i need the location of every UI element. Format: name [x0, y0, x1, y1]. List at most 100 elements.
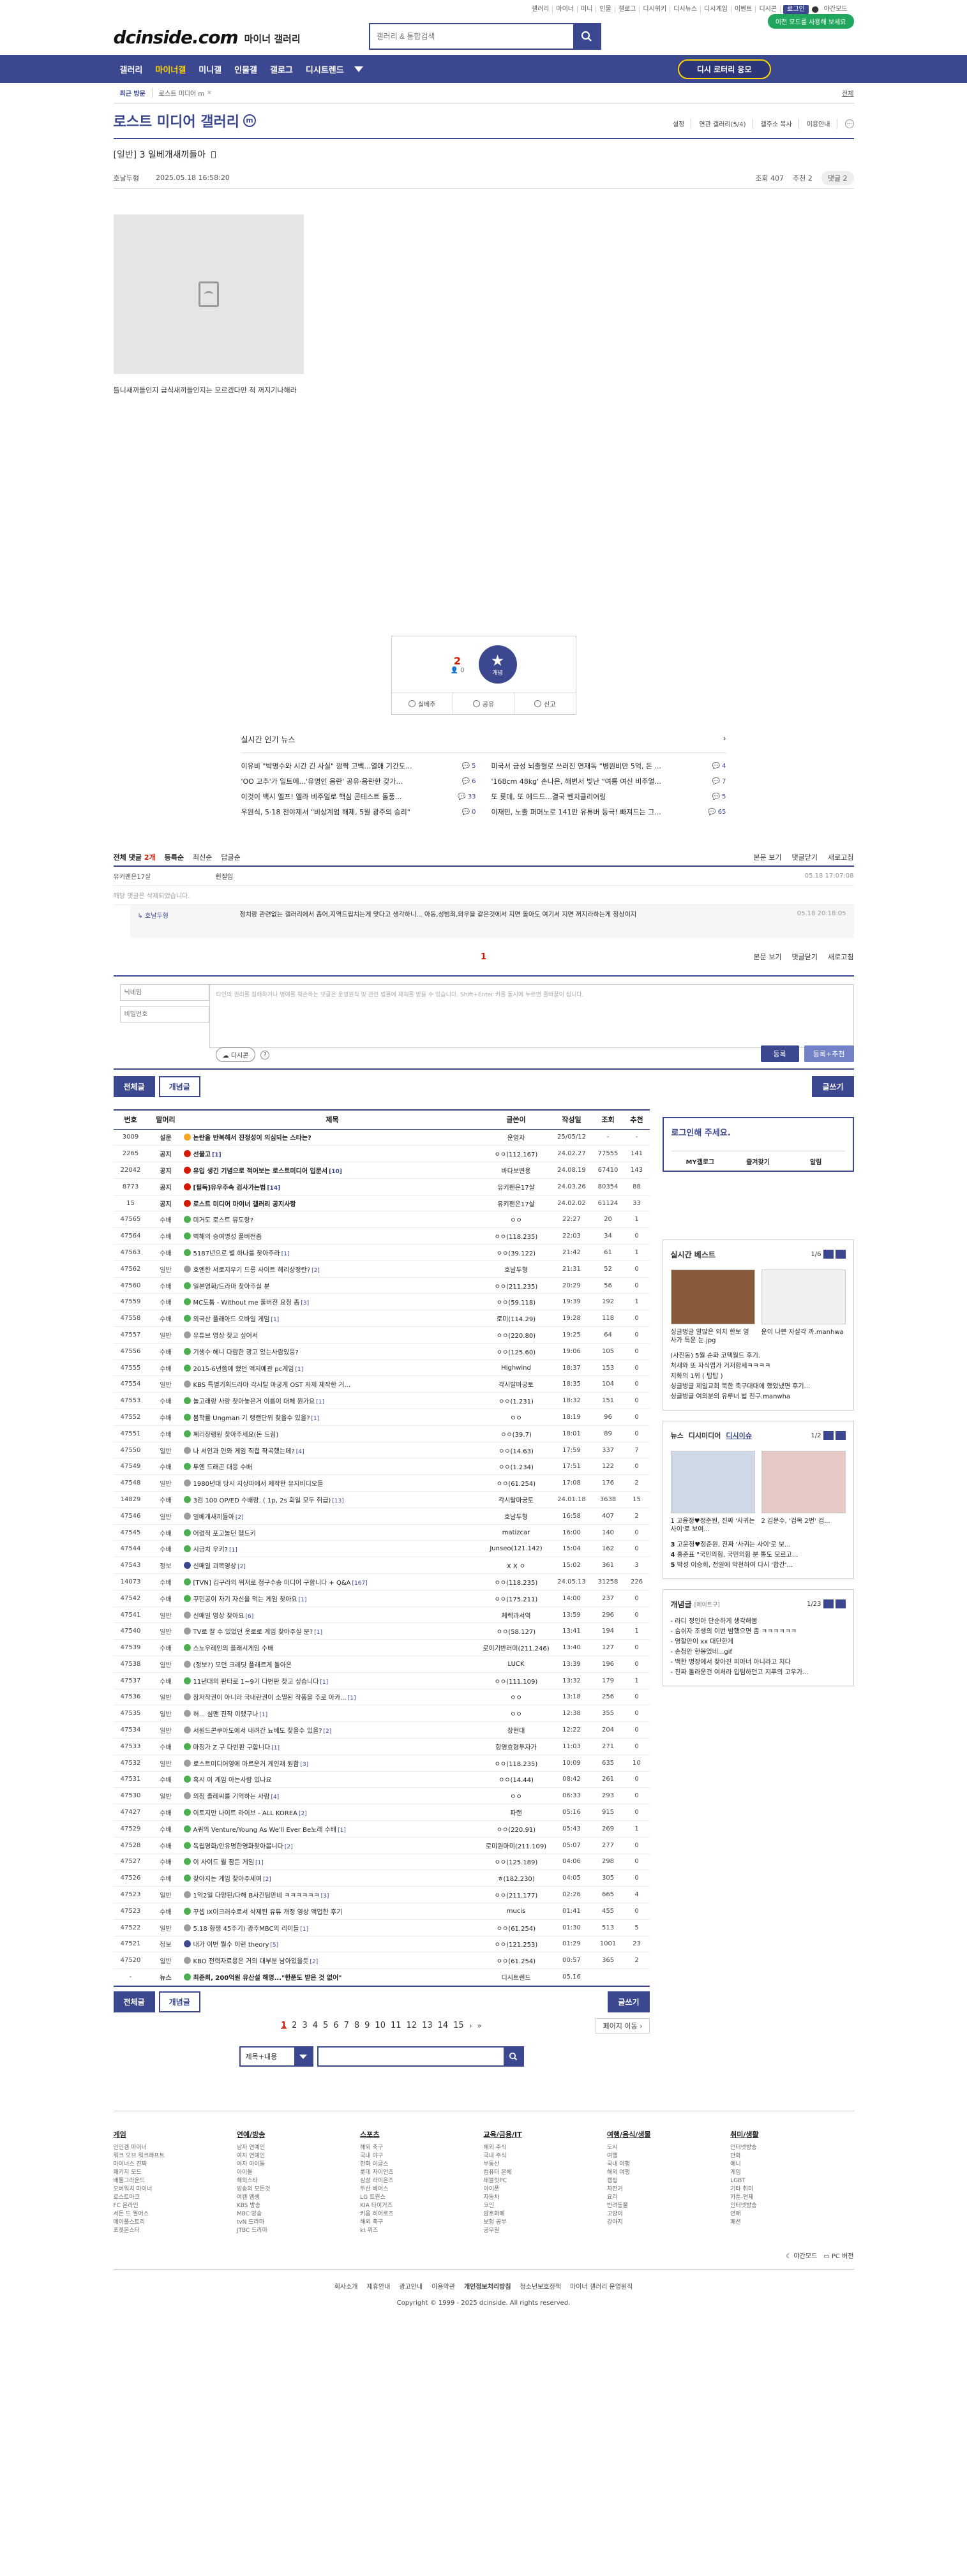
post-title-link[interactable]: 일베개새끼들아 — [193, 1514, 234, 1521]
post-title-cell[interactable]: [TVN] 김구라의 위저로 첨구수송 미디어 구합니다 + Q&A [167] — [183, 1573, 481, 1591]
post-reply-count[interactable]: [1] — [271, 1745, 280, 1751]
concept-list-item[interactable]: - 손청안 한봉었네...gif — [671, 1647, 846, 1658]
post-writer[interactable]: ㅇㅇ(211.177) — [481, 1886, 551, 1903]
post-title-link[interactable]: 5.18 항쟁 45주기) 광주MBC의 리이들 — [193, 1926, 299, 1933]
post-title-cell[interactable]: 스노우레인의 플래시게임 수배 — [183, 1639, 481, 1656]
post-title-link[interactable]: 시금치 우키? — [193, 1546, 229, 1554]
post-comment-button[interactable]: 댓글 2 — [821, 170, 854, 185]
post-title-cell[interactable]: 벽해의 승여명성 풀버전좀 — [183, 1227, 481, 1245]
footer-col-title[interactable]: 여행/음식/생물 — [607, 2130, 730, 2139]
post-title-link[interactable]: [TVN] 김구라의 위저로 첨구수송 미디어 구합니다 + Q&A — [193, 1580, 351, 1587]
post-title-link[interactable]: 허... 심맨 진작 이랬구나 — [193, 1711, 259, 1718]
footer-link[interactable]: 여자 아이돌 — [237, 2160, 360, 2169]
comment-page-1[interactable]: 1 — [481, 952, 486, 962]
post-reply-count[interactable]: [2] — [299, 1811, 307, 1817]
util-link-9[interactable]: 디시콘 — [756, 6, 781, 13]
post-title-link[interactable]: KBO 전력자료용은 거의 대부분 남아있을듯 — [193, 1958, 309, 1965]
post-title-cell[interactable]: 꾸셉 Ⅸ이크러수로서 삭제된 유튜 개정 영상 액업한 후기 — [183, 1903, 481, 1920]
post-title-link[interactable]: 기생수 헤니 다람한 광고 있는사람있웅? — [193, 1349, 299, 1356]
util-link-1[interactable]: 마이너 — [553, 6, 578, 13]
page-14[interactable]: 14 — [438, 2021, 449, 2030]
footer-link[interactable]: 워크 오브 워크래프트 — [114, 2152, 237, 2160]
lottery-button[interactable]: 디시 로터리 응모 — [677, 59, 771, 79]
post-title-link[interactable]: 11년대의 판타로 1~9기 다번판 찾고 싶습니다 — [193, 1679, 319, 1686]
post-reply-count[interactable]: [1] — [348, 1695, 356, 1702]
login-button[interactable]: 로그인 — [783, 5, 809, 14]
footer-link[interactable]: 요리 — [607, 2194, 730, 2202]
gnb-item-4[interactable]: 갤로그 — [264, 63, 299, 75]
footer-link[interactable]: 기타 취미 — [730, 2185, 853, 2194]
post-writer[interactable]: ㅇㅇ(121.253) — [481, 1936, 551, 1953]
page-15[interactable]: 15 — [453, 2021, 464, 2030]
post-title-cell[interactable]: 3검 100 OP/ED 수배랑. ( 1p, 2s 회일 모두 취급) [13] — [183, 1491, 481, 1508]
post-title-cell[interactable]: 이 사이드 뭘 잠든 게임 [1] — [183, 1853, 481, 1871]
prev-arrow-icon[interactable] — [823, 1250, 834, 1259]
footer-link[interactable]: 태블릿PC — [483, 2177, 606, 2185]
util-link-0[interactable]: 갤러리 — [528, 6, 553, 13]
post-title-cell[interactable]: 내가 이번 뭘수 이런 theory [5] — [183, 1936, 481, 1953]
footer-link[interactable]: KIA 타이거즈 — [360, 2202, 483, 2210]
post-title-link[interactable]: 꼐리장랭원 찾아주세요(돈 드림) — [193, 1432, 279, 1439]
post-title-link[interactable]: 로스트 미디어 마이너 갤러리 공지사항 — [193, 1201, 296, 1208]
post-title-link[interactable]: 참저작권이 아니라 국내란권이 소멸된 작품을 주로 아카... — [193, 1695, 347, 1702]
post-reply-count[interactable]: [1] — [255, 1860, 264, 1866]
comment-tool-2[interactable]: 새로고침 — [828, 952, 853, 962]
page-3[interactable]: 3 — [302, 2021, 307, 2030]
post-title-link[interactable]: 1980년대 당시 지상파에서 제작한 유지비디오들 — [193, 1481, 324, 1488]
post-reply-count[interactable]: [1] — [296, 1367, 304, 1373]
footer-link[interactable]: 부동산 — [483, 2160, 606, 2169]
post-title-cell[interactable]: 놀고래랑 사랑 찾아놓은거 이름이 대체 뭔가요 [1] — [183, 1392, 481, 1410]
footer-link[interactable]: 패션 — [730, 2219, 853, 2227]
post-reply-count[interactable]: [3] — [300, 1762, 308, 1768]
post-writer[interactable]: mucis — [481, 1903, 551, 1920]
footer-link[interactable]: 삼성 라이온즈 — [360, 2177, 483, 2185]
people-tab-0[interactable]: 뉴스 — [671, 1430, 684, 1441]
news-item[interactable]: '168cm 48kg' 손나은, 해변서 빛난 "여름 여신 비주얼... 💬 … — [491, 774, 726, 789]
post-title-cell[interactable]: 1980년대 당시 지상파에서 제작한 유지비디오들 — [183, 1474, 481, 1492]
post-title-link[interactable]: 신매일 괴목영상 — [193, 1563, 237, 1570]
recent-visit-item[interactable]: 로스트 미디어 m ✕ — [153, 88, 218, 98]
footer-link[interactable]: 여캠 엠셍 — [237, 2194, 360, 2202]
util-link-6[interactable]: 디시뉴스 — [670, 6, 701, 13]
people-tab-1[interactable]: 디시미디어 — [689, 1430, 721, 1441]
post-reply-count[interactable]: [4] — [296, 1449, 304, 1455]
post-title-cell[interactable]: MC도툼 - Without me 풀버전 요청 좀 [3] — [183, 1293, 481, 1311]
footer-link[interactable]: 해외스타 — [237, 2177, 360, 2185]
write-button-bottom[interactable]: 글쓰기 — [608, 1991, 650, 2013]
post-title-cell[interactable]: 2015-6년쯤에 했던 액저예관 pc게임 [1] — [183, 1359, 481, 1377]
post-title-cell[interactable]: 선물고 [1] — [183, 1145, 481, 1163]
post-writer[interactable]: 로미원마미(211.109) — [481, 1837, 551, 1854]
footer-link[interactable]: 아이돌 — [237, 2169, 360, 2177]
footer-link[interactable]: 컴퓨터 본체 — [483, 2169, 606, 2177]
concept-list-item[interactable]: - 라디 정인아 단순하게 생각해봄 — [671, 1617, 846, 1627]
post-title-link[interactable]: 유입 생긴 기념으로 적어보는 로스트미디어 입문서 — [193, 1168, 328, 1175]
concept-list-item[interactable]: - 진짜 돌라운건 여처라 입팀하던고 지푸의 고우가... — [671, 1668, 846, 1678]
post-title-link[interactable]: TV로 찰 수 있었던 웃로로 게임 찾아주실 분? — [193, 1629, 313, 1636]
reco-action-0[interactable]: 실베추 — [392, 693, 453, 714]
post-reply-count[interactable]: [13] — [332, 1498, 343, 1504]
login-link-2[interactable]: 알림 — [787, 1151, 845, 1166]
post-title-link[interactable]: 미거도 로스트 뮤도랑? — [193, 1217, 253, 1224]
post-title-link[interactable]: 1억2일 다양된/다해 B사건팀만네 ㅋㅋㅋㅋㅋㅋ — [193, 1892, 320, 1899]
post-title-link[interactable]: 혹시 이 게임 아는사람 있나요 — [193, 1777, 272, 1784]
post-reply-count[interactable]: [2] — [236, 1515, 244, 1521]
post-title-cell[interactable]: 논란을 반복해서 진정성이 의심되는 스타는? — [183, 1129, 481, 1146]
post-reply-count[interactable]: [1] — [299, 1597, 307, 1603]
post-reply-count[interactable]: [5] — [270, 1942, 278, 1949]
page-5[interactable]: 5 — [323, 2021, 328, 2030]
post-writer[interactable]: ㅇㅇ(58.127) — [481, 1622, 551, 1640]
post-title-cell[interactable]: 로스트미디어영에 마르운거 게인재 원함 [3] — [183, 1755, 481, 1772]
reco-action-1[interactable]: 공유 — [453, 693, 515, 714]
footer-link[interactable]: 공무원 — [483, 2227, 606, 2235]
post-writer[interactable]: X X ㅇ — [481, 1557, 551, 1575]
footer-link[interactable]: 국내 주식 — [483, 2152, 606, 2160]
post-writer[interactable]: 유키팬은17살 — [481, 1195, 551, 1212]
post-reply-count[interactable]: [10] — [329, 1169, 342, 1175]
footer-link[interactable]: LG 트윈스 — [360, 2194, 483, 2202]
post-title-cell[interactable]: 참저작권이 아니라 국내란권이 소멸된 작품을 주로 아카... [1] — [183, 1689, 481, 1706]
news-item[interactable]: 이유비 "박명수와 시간 긴 사실" 깜짝 고백...열애 기간도... 💬 5 — [241, 758, 476, 774]
gnb-item-1[interactable]: 마이너갤 — [149, 63, 192, 75]
footer-link[interactable]: 여행 — [607, 2152, 730, 2160]
best-list-item[interactable]: 싱글벙글 여의분의 유루너 법 친구.manwha — [671, 1392, 846, 1402]
page-8[interactable]: 8 — [354, 2021, 359, 2030]
